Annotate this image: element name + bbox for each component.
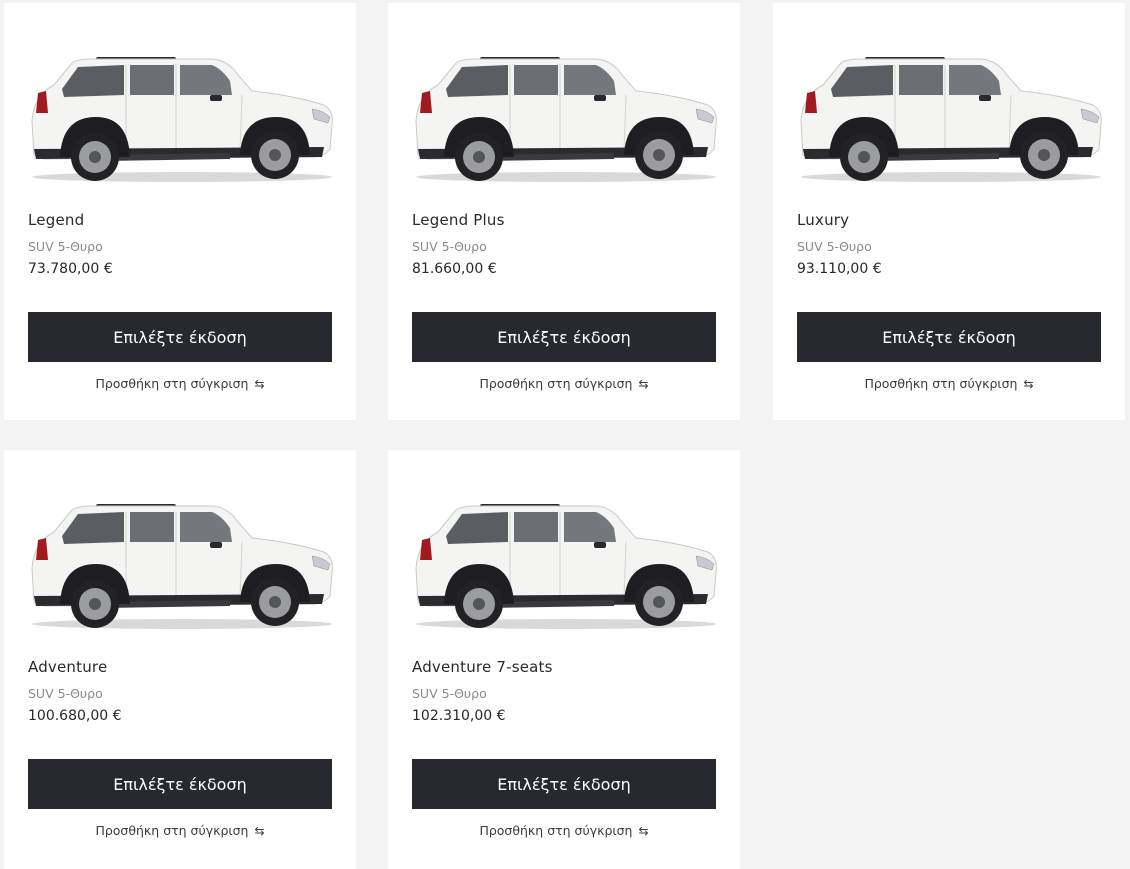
version-price: 93.110,00 €: [797, 261, 882, 277]
compare-label: Προσθήκη στη σύγκριση: [479, 823, 633, 838]
compare-label: Προσθήκη στη σύγκριση: [95, 376, 249, 391]
body-type: SUV 5-Θυρο: [28, 686, 103, 701]
version-card: Adventure SUV 5-Θυρο 100.680,00 € Επιλέξ…: [4, 450, 356, 869]
version-card: Luxury SUV 5-Θυρο 93.110,00 € Επιλέξτε έ…: [773, 3, 1125, 420]
compare-arrows-icon: ⇆: [1023, 377, 1034, 391]
add-to-compare-link[interactable]: Προσθήκη στη σύγκριση ⇆: [4, 823, 356, 838]
version-card: Legend SUV 5-Θυρο 73.780,00 € Επιλέξτε έ…: [4, 3, 356, 420]
add-to-compare-link[interactable]: Προσθήκη στη σύγκριση ⇆: [4, 376, 356, 391]
version-card: Legend Plus SUV 5-Θυρο 81.660,00 € Επιλέ…: [388, 3, 740, 420]
compare-arrows-icon: ⇆: [638, 377, 649, 391]
body-type: SUV 5-Θυρο: [412, 686, 487, 701]
select-version-button[interactable]: Επιλέξτε έκδοση: [412, 312, 716, 362]
body-type: SUV 5-Θυρο: [797, 239, 872, 254]
version-name: Legend Plus: [412, 211, 505, 229]
compare-label: Προσθήκη στη σύγκριση: [864, 376, 1018, 391]
car-image: [408, 51, 720, 183]
compare-arrows-icon: ⇆: [638, 824, 649, 838]
version-price: 73.780,00 €: [28, 261, 113, 277]
car-image: [793, 51, 1105, 183]
version-price: 102.310,00 €: [412, 708, 506, 724]
body-type: SUV 5-Θυρο: [412, 239, 487, 254]
select-version-button[interactable]: Επιλέξτε έκδοση: [412, 759, 716, 809]
compare-arrows-icon: ⇆: [254, 377, 265, 391]
add-to-compare-link[interactable]: Προσθήκη στη σύγκριση ⇆: [388, 823, 740, 838]
version-name: Legend: [28, 211, 85, 229]
compare-arrows-icon: ⇆: [254, 824, 265, 838]
car-image: [408, 498, 720, 630]
compare-label: Προσθήκη στη σύγκριση: [95, 823, 249, 838]
version-card: Adventure 7-seats SUV 5-Θυρο 102.310,00 …: [388, 450, 740, 869]
car-image: [24, 51, 336, 183]
version-name: Adventure: [28, 658, 108, 676]
version-name: Luxury: [797, 211, 850, 229]
versions-grid: Legend SUV 5-Θυρο 73.780,00 € Επιλέξτε έ…: [0, 0, 1130, 869]
compare-label: Προσθήκη στη σύγκριση: [479, 376, 633, 391]
body-type: SUV 5-Θυρο: [28, 239, 103, 254]
add-to-compare-link[interactable]: Προσθήκη στη σύγκριση ⇆: [773, 376, 1125, 391]
version-price: 100.680,00 €: [28, 708, 122, 724]
version-price: 81.660,00 €: [412, 261, 497, 277]
select-version-button[interactable]: Επιλέξτε έκδοση: [28, 312, 332, 362]
select-version-button[interactable]: Επιλέξτε έκδοση: [797, 312, 1101, 362]
select-version-button[interactable]: Επιλέξτε έκδοση: [28, 759, 332, 809]
add-to-compare-link[interactable]: Προσθήκη στη σύγκριση ⇆: [388, 376, 740, 391]
version-name: Adventure 7-seats: [412, 658, 553, 676]
car-image: [24, 498, 336, 630]
